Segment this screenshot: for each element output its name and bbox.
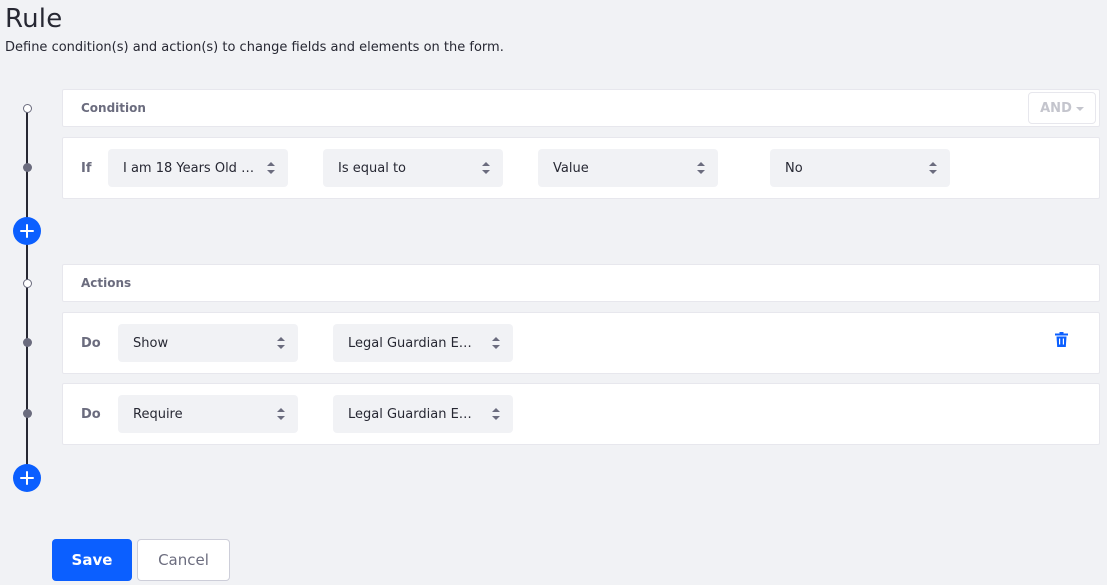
action-type-select[interactable]: Show — [118, 324, 298, 362]
condition-row: If I am 18 Years Old or Older Is equal t… — [62, 137, 1100, 199]
action-target-select[interactable]: Legal Guardian Email — [333, 324, 513, 362]
trash-icon[interactable] — [1055, 332, 1068, 347]
caret-down-icon — [1075, 107, 1084, 111]
action-target-select[interactable]: Legal Guardian Email — [333, 395, 513, 433]
timeline-node-action-row-2 — [23, 409, 32, 418]
timeline-node-condition-header — [23, 104, 32, 113]
timeline-node-actions-header — [23, 279, 32, 288]
condition-row-label: If — [81, 161, 92, 176]
sort-arrows-icon — [697, 162, 705, 174]
condition-header: Condition AND — [62, 89, 1100, 127]
action-target-value: Legal Guardian Email — [348, 335, 483, 351]
page-subtitle: Define condition(s) and action(s) to cha… — [5, 40, 504, 55]
condition-value-type-select[interactable]: Value — [538, 149, 718, 187]
actions-header: Actions — [62, 264, 1100, 302]
condition-field-select[interactable]: I am 18 Years Old or Older — [108, 149, 288, 187]
action-type-select[interactable]: Require — [118, 395, 298, 433]
condition-field-value: I am 18 Years Old or Older — [123, 160, 258, 176]
plus-icon — [20, 471, 34, 485]
action-row-label: Do — [81, 407, 101, 422]
sort-arrows-icon — [277, 408, 285, 420]
timeline-node-action-row-1 — [23, 338, 32, 347]
cancel-button[interactable]: Cancel — [137, 539, 230, 581]
add-action-button[interactable] — [13, 464, 41, 492]
save-button[interactable]: Save — [52, 539, 132, 581]
action-row-label: Do — [81, 336, 101, 351]
plus-icon — [20, 224, 34, 238]
sort-arrows-icon — [267, 162, 275, 174]
condition-value-value: No — [785, 160, 803, 176]
action-type-value: Show — [133, 335, 169, 351]
condition-header-label: Condition — [81, 101, 146, 115]
logical-operator-dropdown[interactable]: AND — [1028, 92, 1096, 124]
page-title: Rule — [5, 4, 63, 34]
timeline-node-condition-row — [23, 163, 32, 172]
sort-arrows-icon — [492, 408, 500, 420]
sort-arrows-icon — [482, 162, 490, 174]
action-row: Do Require Legal Guardian Email — [62, 383, 1100, 445]
action-target-value: Legal Guardian Email — [348, 406, 483, 422]
action-type-value: Require — [133, 406, 183, 422]
actions-header-label: Actions — [81, 276, 132, 290]
condition-operator-select[interactable]: Is equal to — [323, 149, 503, 187]
condition-operator-value: Is equal to — [338, 160, 406, 176]
condition-value-type-value: Value — [553, 160, 589, 176]
action-row: Do Show Legal Guardian Email — [62, 312, 1100, 374]
sort-arrows-icon — [277, 337, 285, 349]
sort-arrows-icon — [929, 162, 937, 174]
add-condition-button[interactable] — [13, 217, 41, 245]
logical-operator-label: AND — [1040, 100, 1072, 116]
sort-arrows-icon — [492, 337, 500, 349]
condition-value-select[interactable]: No — [770, 149, 950, 187]
